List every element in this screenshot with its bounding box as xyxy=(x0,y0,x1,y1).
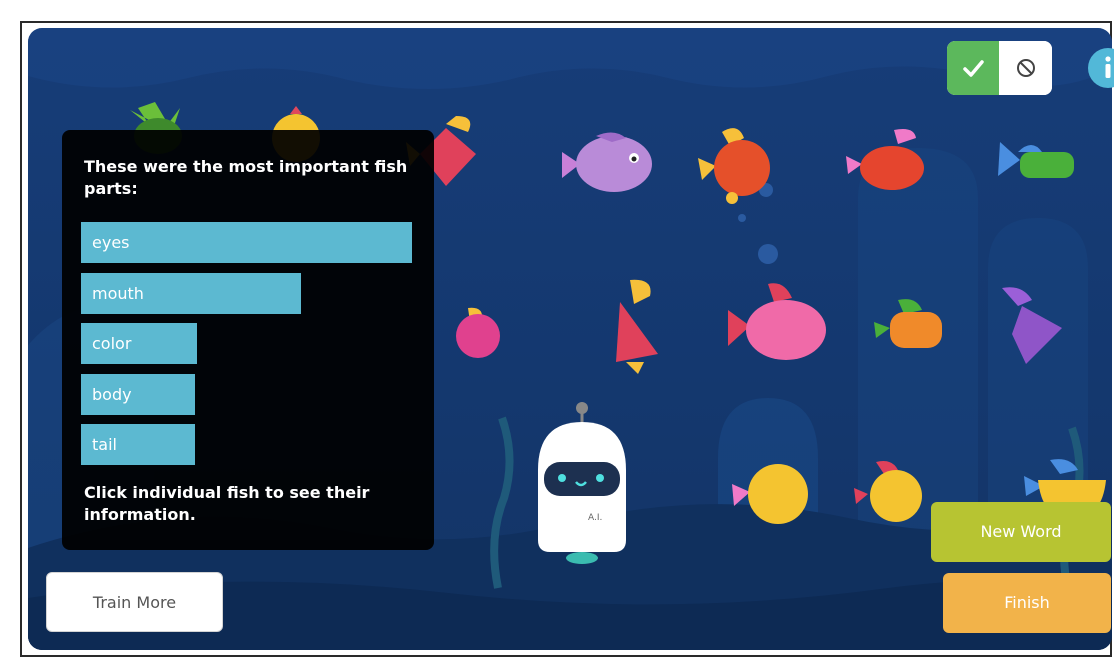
fish-label-toggle xyxy=(947,41,1052,95)
panel-title: These were the most important fish parts… xyxy=(84,157,408,198)
part-bar-body: body xyxy=(81,374,195,415)
fish-blue-green[interactable] xyxy=(992,132,1082,192)
info-button[interactable] xyxy=(1088,48,1114,88)
part-bar-mouth: mouth xyxy=(81,273,301,314)
no-symbol-icon xyxy=(1017,59,1035,77)
fish-yellow-spotted[interactable] xyxy=(728,454,818,534)
part-bar-eyes: eyes xyxy=(81,222,412,263)
fish-red-triangle[interactable] xyxy=(600,278,670,378)
robot-label: A.I. xyxy=(588,513,603,523)
toggle-yes-button[interactable] xyxy=(947,41,999,95)
fish-purple-tall[interactable] xyxy=(992,284,1072,374)
fish-pink-big[interactable] xyxy=(724,280,834,370)
fish-red-orange[interactable] xyxy=(692,122,782,208)
ai-robot xyxy=(538,402,626,564)
panel-footer: Click individual fish to see their infor… xyxy=(84,483,370,524)
fish-parts-panel: These were the most important fish parts… xyxy=(62,130,434,550)
finish-button[interactable]: Finish xyxy=(943,573,1111,633)
train-more-button[interactable]: Train More xyxy=(46,572,223,632)
part-bar-color: color xyxy=(81,323,197,364)
toggle-no-button[interactable] xyxy=(999,41,1052,95)
part-bar-tail: tail xyxy=(81,424,195,465)
new-word-button[interactable]: New Word xyxy=(931,502,1111,562)
check-icon xyxy=(963,60,984,77)
fish-orange-striped[interactable] xyxy=(870,296,946,358)
fish-yellow-red-fin[interactable] xyxy=(852,458,932,528)
info-icon xyxy=(1105,56,1111,78)
fish-purple[interactable] xyxy=(556,128,656,200)
fish-red-pink[interactable] xyxy=(842,124,932,196)
